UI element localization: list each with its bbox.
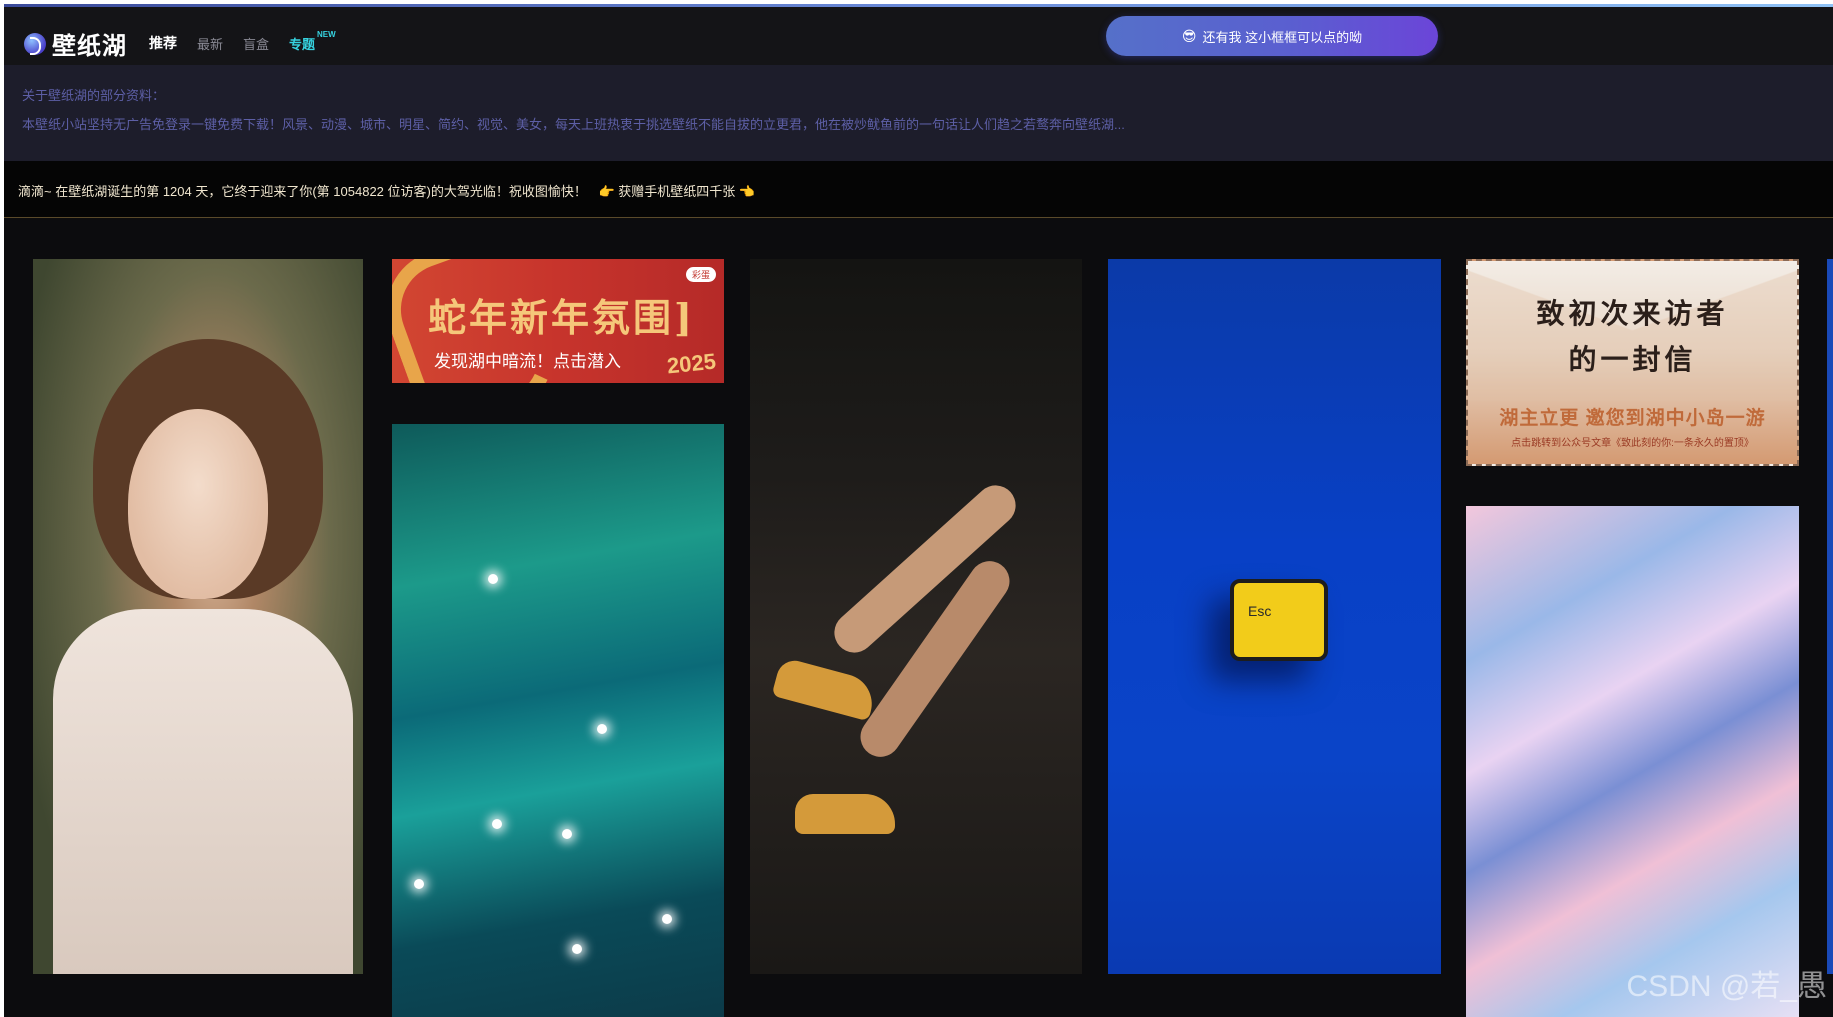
water-glint — [572, 944, 582, 954]
announcement-bar: 滴滴~ 在壁纸湖诞生的第 1204 天，它终于迎来了你(第 1054822 位访… — [4, 161, 1833, 218]
wallpaper-card-portrait[interactable] — [33, 259, 363, 974]
gift-wallpaper-link[interactable]: 👉 获赠手机壁纸四千张 👈 — [598, 184, 755, 199]
logo-icon — [24, 32, 46, 55]
letter-note: 点击跳转到公众号文章《致此刻的你:一条永久的置顶》 — [1511, 438, 1754, 449]
nav-latest[interactable]: 最新 — [197, 34, 223, 53]
easter-egg-tag: 彩蛋 — [685, 267, 716, 282]
header: 壁纸湖 推荐 最新 盲盒 专题 NEW 😎 还有我 这小框框可以点的呦 — [4, 7, 1833, 65]
water-glint — [414, 879, 424, 889]
wallpaper-card-holographic[interactable] — [1466, 506, 1799, 1017]
wallpaper-card-esc-key[interactable]: Esc — [1108, 259, 1441, 974]
letter-title-line1: 致初次来访者 — [1536, 297, 1729, 330]
letter-card[interactable]: 致初次来访者 的一封信 湖主立更 邀您到湖中小岛一游 点击跳转到公众号文章《致此… — [1466, 259, 1799, 466]
letter-subtitle: 湖主立更 邀您到湖中小岛一游 — [1499, 408, 1766, 429]
letter-title: 致初次来访者 的一封信 — [1468, 291, 1797, 383]
info-title: 关于壁纸湖的部分资料： — [22, 88, 166, 103]
announcement: 滴滴~ 在壁纸湖诞生的第 1204 天，它终于迎来了你(第 1054822 位访… — [18, 181, 755, 200]
wallpaper-card-partial[interactable] — [1827, 259, 1833, 974]
wallpaper-card-sneakers[interactable] — [750, 259, 1082, 974]
banner-card-new-year[interactable]: 蛇年新年氛围] 发现湖中暗流！点击潜入 2025 彩蛋 — [392, 259, 724, 383]
water-glint — [662, 914, 672, 924]
esc-key-label: Esc — [1248, 603, 1272, 619]
logo[interactable]: 壁纸湖 — [24, 26, 127, 61]
main-nav: 推荐 最新 盲盒 专题 NEW — [149, 30, 336, 53]
page: 壁纸湖 推荐 最新 盲盒 专题 NEW 😎 还有我 这小框框可以点的呦 关于壁纸… — [4, 4, 1833, 1017]
banner-year: 2025 — [665, 348, 718, 379]
water-glint — [488, 574, 498, 584]
banner-subtitle: 发现湖中暗流！点击潜入 — [434, 352, 621, 371]
logo-text: 壁纸湖 — [52, 33, 127, 60]
portrait-coat — [53, 609, 353, 974]
water-glint — [562, 829, 572, 839]
notice-button[interactable]: 😎 还有我 这小框框可以点的呦 — [1106, 16, 1438, 56]
portrait-face — [128, 409, 268, 599]
letter-title-line2: 的一封信 — [1568, 343, 1697, 376]
nav-topics-label: 专题 — [289, 36, 316, 52]
nav-topics[interactable]: 专题 NEW — [289, 30, 336, 53]
water-glint — [492, 819, 502, 829]
nav-recommend[interactable]: 推荐 — [149, 33, 177, 53]
esc-key-graphic: Esc — [1230, 579, 1328, 661]
water-glint — [597, 724, 607, 734]
info-text: 本壁纸小站坚持无广告免登录一键免费下载！风景、动漫、城市、明星、简约、视觉、美女… — [22, 117, 1125, 132]
nav-blind-box[interactable]: 盲盒 — [243, 34, 269, 53]
wallpaper-card-water[interactable] — [392, 424, 724, 1017]
sneaker-graphic — [795, 794, 895, 834]
banner-title: 蛇年新年氛围] — [428, 295, 695, 340]
info-panel: 关于壁纸湖的部分资料： 本壁纸小站坚持无广告免登录一键免费下载！风景、动漫、城市… — [4, 65, 1833, 161]
watermark: CSDN @若_愚 — [1626, 970, 1827, 1003]
sunglasses-icon: 😎 — [1181, 27, 1197, 44]
new-badge: NEW — [317, 29, 336, 39]
announcement-text: 滴滴~ 在壁纸湖诞生的第 1204 天，它终于迎来了你(第 1054822 位访… — [18, 184, 587, 199]
notice-text: 还有我 这小框框可以点的呦 — [1202, 29, 1363, 45]
sneaker-graphic — [771, 656, 879, 722]
